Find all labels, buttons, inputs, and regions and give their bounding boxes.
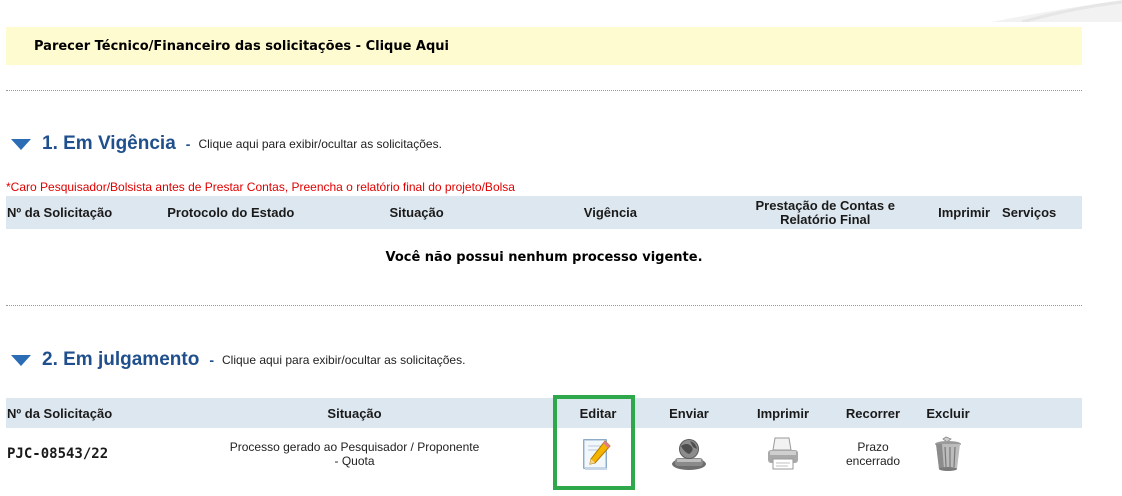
banner-text: Parecer Técnico/Financeiro das solicitaç… xyxy=(34,38,450,54)
recorrer-line1: Prazo xyxy=(857,440,889,454)
col-prestacao: Prestação de Contas e Relatório Final xyxy=(724,197,926,227)
status-line2: - Quota xyxy=(334,454,375,468)
col-prestacao-line2: Relatório Final xyxy=(780,211,871,227)
divider xyxy=(6,90,1082,91)
table-header-julgamento: Nº da Solicitação Situação Editar Enviar… xyxy=(6,398,1082,428)
section-em-vigencia-toggle[interactable]: 1. Em Vigência - Clique aqui para exibir… xyxy=(10,133,442,155)
corner-decoration xyxy=(992,0,1122,22)
status-line1: Processo gerado ao Pesquisador / Propone… xyxy=(229,440,480,454)
trash-can-icon xyxy=(935,436,961,471)
col-situacao: Situação xyxy=(389,205,444,220)
col-num: Nº da Solicitação xyxy=(7,405,113,421)
col-prestacao-line1: Prestação de Contas e xyxy=(755,197,895,213)
recorrer-status: Prazo encerrado xyxy=(832,440,914,468)
send-button[interactable] xyxy=(644,436,734,472)
printer-icon xyxy=(768,437,798,470)
section-hint: Clique aqui para exibir/ocultar as solic… xyxy=(198,137,442,151)
section-title: 2. Em julgamento xyxy=(42,349,200,370)
section-title: 1. Em Vigência xyxy=(42,133,176,154)
section-dash: - xyxy=(209,352,214,368)
triangle-down-icon xyxy=(11,139,31,150)
triangle-down-icon xyxy=(11,355,31,366)
col-vigencia: Vigência xyxy=(583,205,638,220)
warning-text: *Caro Pesquisador/Bolsista antes de Pres… xyxy=(6,180,515,194)
col-imprimir: Imprimir xyxy=(938,205,991,220)
recorrer-line2: encerrado xyxy=(845,454,901,468)
table-header-vigencia: Nº da Solicitação Protocolo do Estado Si… xyxy=(6,196,1082,229)
globe-computer-send-icon xyxy=(672,439,706,470)
table-row: PJC-08543/22 Processo gerado ao Pesquisa… xyxy=(6,432,1082,476)
col-enviar: Enviar xyxy=(669,405,709,421)
col-recorrer: Recorrer xyxy=(845,405,901,421)
col-servicos: Serviços xyxy=(1002,205,1057,220)
col-imprimir: Imprimir xyxy=(756,405,809,421)
col-excluir: Excluir xyxy=(926,405,970,421)
empty-message: Você não possui nenhum processo vigente. xyxy=(385,250,703,265)
col-situacao: Situação xyxy=(327,405,382,421)
col-editar: Editar xyxy=(579,405,617,421)
section-em-julgamento-toggle[interactable]: 2. Em julgamento - Clique aqui para exib… xyxy=(10,349,465,371)
parecer-tecnico-banner[interactable]: Parecer Técnico/Financeiro das solicitaç… xyxy=(6,27,1082,65)
col-num: Nº da Solicitação xyxy=(7,205,113,220)
edit-button[interactable] xyxy=(552,436,644,472)
delete-button[interactable] xyxy=(914,436,982,472)
protocol-number: PJC-08543/22 xyxy=(7,446,109,462)
print-button[interactable] xyxy=(734,436,832,472)
status-text: Processo gerado ao Pesquisador / Propone… xyxy=(157,440,552,468)
pencil-edit-icon xyxy=(583,439,611,470)
col-protocolo: Protocolo do Estado xyxy=(167,205,295,220)
divider xyxy=(6,305,1082,306)
section-hint: Clique aqui para exibir/ocultar as solic… xyxy=(221,353,466,367)
section-dash: - xyxy=(185,136,191,152)
